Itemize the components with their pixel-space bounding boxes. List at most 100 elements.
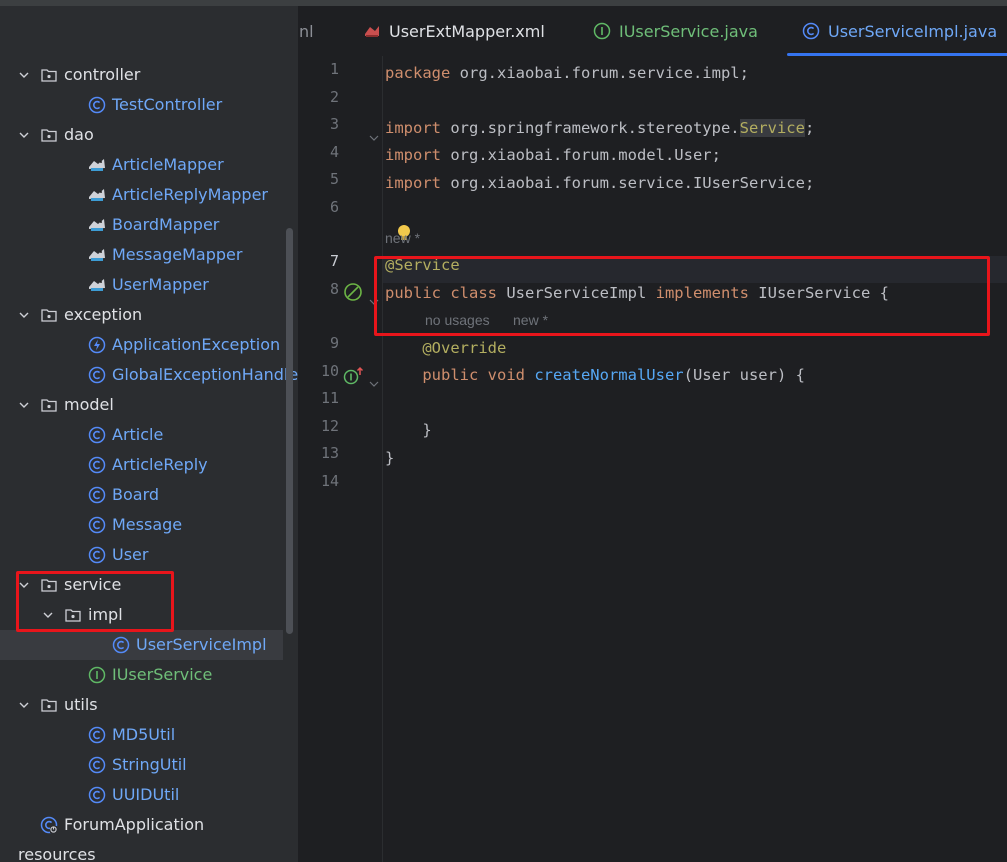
tree-item-label: UserMapper — [112, 275, 209, 294]
highlight-box-service-package — [16, 571, 174, 632]
tree-item-forumapplication[interactable]: ForumApplication — [0, 810, 298, 840]
spring-bean-icon[interactable] — [343, 282, 363, 306]
project-header — [0, 6, 298, 56]
closing-brace: } — [385, 421, 432, 439]
chevron-down-icon[interactable] — [18, 309, 30, 321]
tree-item-board[interactable]: Board — [0, 480, 298, 510]
chevron-down-icon[interactable] — [18, 699, 30, 711]
tree-item-testcontroller[interactable]: TestController — [0, 90, 298, 120]
tree-item-label: MD5Util — [112, 725, 176, 744]
line-number: 4 — [329, 142, 339, 161]
fold-arrow-method[interactable] — [369, 374, 379, 393]
implements-method-icon[interactable] — [343, 366, 365, 390]
code-line-9: @Override — [385, 335, 506, 362]
tab-partial[interactable]: nl — [299, 6, 314, 56]
tree-item-label: controller — [64, 65, 141, 84]
tree-item-label: utils — [64, 695, 98, 714]
line-number: 13 — [320, 444, 339, 462]
tree-item-articlereply[interactable]: ArticleReply — [0, 450, 298, 480]
semicolon: ; — [804, 119, 815, 137]
class-icon — [112, 636, 130, 654]
code-line-12: } — [385, 417, 432, 444]
tree-item-messagemapper[interactable]: MessageMapper — [0, 240, 298, 270]
line-number: 10 — [320, 361, 339, 380]
closing-brace: } — [385, 449, 395, 467]
tree-item-label: ArticleReplyMapper — [112, 185, 268, 204]
chevron-down-icon[interactable] — [18, 69, 30, 81]
annotation-override: @Override — [385, 339, 507, 357]
keyword-import: import — [385, 174, 441, 192]
tree-item-label: MessageMapper — [112, 245, 243, 264]
tab-partial-label: nl — [299, 21, 314, 41]
exception-class-icon — [88, 336, 106, 354]
tree-item-exception[interactable]: exception — [0, 300, 298, 330]
tree-item-iuserservice[interactable]: IUserService — [0, 660, 298, 690]
code-area[interactable]: package org.xiaobai.forum.service.impl; … — [385, 56, 1007, 862]
package-folder-icon — [40, 126, 58, 144]
class-icon — [88, 786, 106, 804]
tree-item-md5util[interactable]: MD5Util — [0, 720, 298, 750]
tree-item-label: User — [112, 545, 149, 564]
tree-item-resources[interactable]: resources — [0, 840, 298, 862]
tree-item-controller[interactable]: controller — [0, 60, 298, 90]
fold-arrow-imports[interactable] — [369, 128, 379, 147]
tree-item-model[interactable]: model — [0, 390, 298, 420]
tree-item-label: UUIDUtil — [112, 785, 180, 804]
tree-item-globalexceptionhandler[interactable]: GlobalExceptionHandler — [0, 360, 298, 390]
tab-userextmapper-label: UserExtMapper.xml — [389, 21, 545, 41]
code-line-5: import org.xiaobai.forum.service.IUserSe… — [385, 170, 814, 197]
class-icon — [88, 726, 106, 744]
chevron-down-icon[interactable] — [18, 129, 30, 141]
code-line-10: public void createNormalUser(User user) … — [385, 362, 805, 389]
tree-item-utils[interactable]: utils — [0, 690, 298, 720]
mybatis-xml-icon — [363, 22, 381, 40]
mybatis-mapper-icon — [88, 156, 106, 174]
tree-item-boardmapper[interactable]: BoardMapper — [0, 210, 298, 240]
import-path: org.xiaobai.forum.service.IUserService; — [441, 174, 815, 192]
package-name: org.xiaobai.forum.service.impl; — [450, 64, 749, 82]
line-number: 3 — [329, 115, 339, 133]
tab-userserviceimpl-java[interactable]: UserServiceImpl.java — [802, 6, 997, 56]
import-service-class: Service — [739, 119, 805, 137]
keyword-public-void: public void — [385, 366, 525, 384]
tree-item-userserviceimpl[interactable]: UserServiceImpl — [0, 630, 298, 660]
tree-item-applicationexception[interactable]: ApplicationException — [0, 330, 298, 360]
tree-item-articlereplymapper[interactable]: ArticleReplyMapper — [0, 180, 298, 210]
tree-item-label: ArticleReply — [112, 455, 208, 474]
tree-item-stringutil[interactable]: StringUtil — [0, 750, 298, 780]
line-number: 2 — [329, 87, 339, 106]
tree-item-article[interactable]: Article — [0, 420, 298, 450]
tree-item-dao[interactable]: dao — [0, 120, 298, 150]
code-line-4: import org.xiaobai.forum.model.User; — [385, 142, 721, 169]
interface-icon — [593, 22, 611, 40]
class-icon — [88, 486, 106, 504]
class-icon — [88, 426, 106, 444]
line-number: 14 — [320, 471, 339, 490]
class-icon — [88, 546, 106, 564]
class-icon — [88, 456, 106, 474]
line-number: 12 — [320, 416, 339, 435]
spring-app-class-icon — [40, 816, 58, 834]
package-folder-icon — [40, 66, 58, 84]
package-folder-icon — [40, 396, 58, 414]
tree-item-uuidutil[interactable]: UUIDUtil — [0, 780, 298, 810]
package-folder-icon — [40, 306, 58, 324]
tree-item-user[interactable]: User — [0, 540, 298, 570]
project-tree-scrollbar[interactable] — [286, 228, 293, 634]
project-tool-window: controller TestController dao ArticleMapper… — [0, 6, 298, 862]
tree-item-usermapper[interactable]: UserMapper — [0, 270, 298, 300]
method-name: createNormalUser — [524, 366, 684, 384]
code-line-1: package org.xiaobai.forum.service.impl; — [385, 60, 749, 87]
codevision-new-class[interactable]: new * — [385, 230, 420, 246]
mybatis-mapper-icon — [88, 216, 106, 234]
tab-userextmapper-xml[interactable]: UserExtMapper.xml — [363, 6, 545, 56]
tree-item-articlemapper[interactable]: ArticleMapper — [0, 150, 298, 180]
line-number: 5 — [329, 170, 339, 188]
code-editor: nl UserExtMapper.xml IUserService.java U… — [299, 6, 1007, 862]
tree-item-message[interactable]: Message — [0, 510, 298, 540]
package-folder-icon — [40, 696, 58, 714]
chevron-down-icon[interactable] — [18, 399, 30, 411]
tab-iuserservice-java[interactable]: IUserService.java — [593, 6, 758, 56]
import-path: org.xiaobai.forum.model.User; — [441, 146, 721, 164]
line-number: 8 — [329, 279, 339, 298]
